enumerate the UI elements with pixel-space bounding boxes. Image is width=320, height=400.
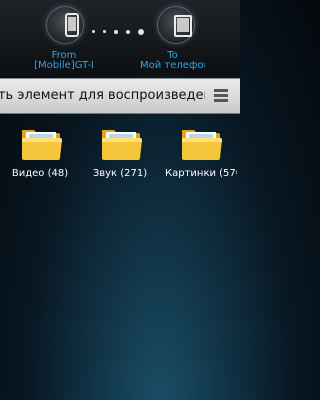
menu-button[interactable] [208,83,234,109]
pager-dot [92,30,95,33]
pager-dots [92,27,148,37]
device-selector-bar: From [Mobile]GT-I To Мой телефон [0,0,240,76]
folder-label: Звук (271) [92,168,148,179]
source-device-button[interactable] [46,6,84,44]
folder-icon [22,130,62,160]
source-device-line2: [Mobile]GT-I [34,60,94,71]
target-device[interactable]: To Мой телефон [140,6,205,72]
phone-icon [65,13,79,37]
toolbar-title: ать элемент для воспроизведения [0,88,205,103]
target-device-label: To Мой телефон [140,51,205,71]
folder-label: Видео (48) [11,168,69,179]
target-device-button[interactable] [157,6,195,44]
pager-dot [103,30,106,33]
folder-icon [102,130,142,160]
toolbar: ать элемент для воспроизведения [0,78,240,114]
tablet-icon [174,15,192,37]
source-device-label: From [Mobile]GT-I [29,51,99,71]
pager-dot [126,30,130,34]
target-device-line2: Мой телефон [140,60,205,71]
folder-label: Картинки (570) [165,168,237,179]
folder-icon [182,130,222,160]
folder-video[interactable]: Видео (48) [0,124,80,184]
pager-dot [114,30,118,34]
folder-sound[interactable]: Звук (271) [80,124,160,184]
folder-pictures[interactable]: Картинки (570) [160,124,240,184]
pager-dot-active [138,29,144,35]
source-device[interactable]: From [Mobile]GT-I [34,6,94,72]
